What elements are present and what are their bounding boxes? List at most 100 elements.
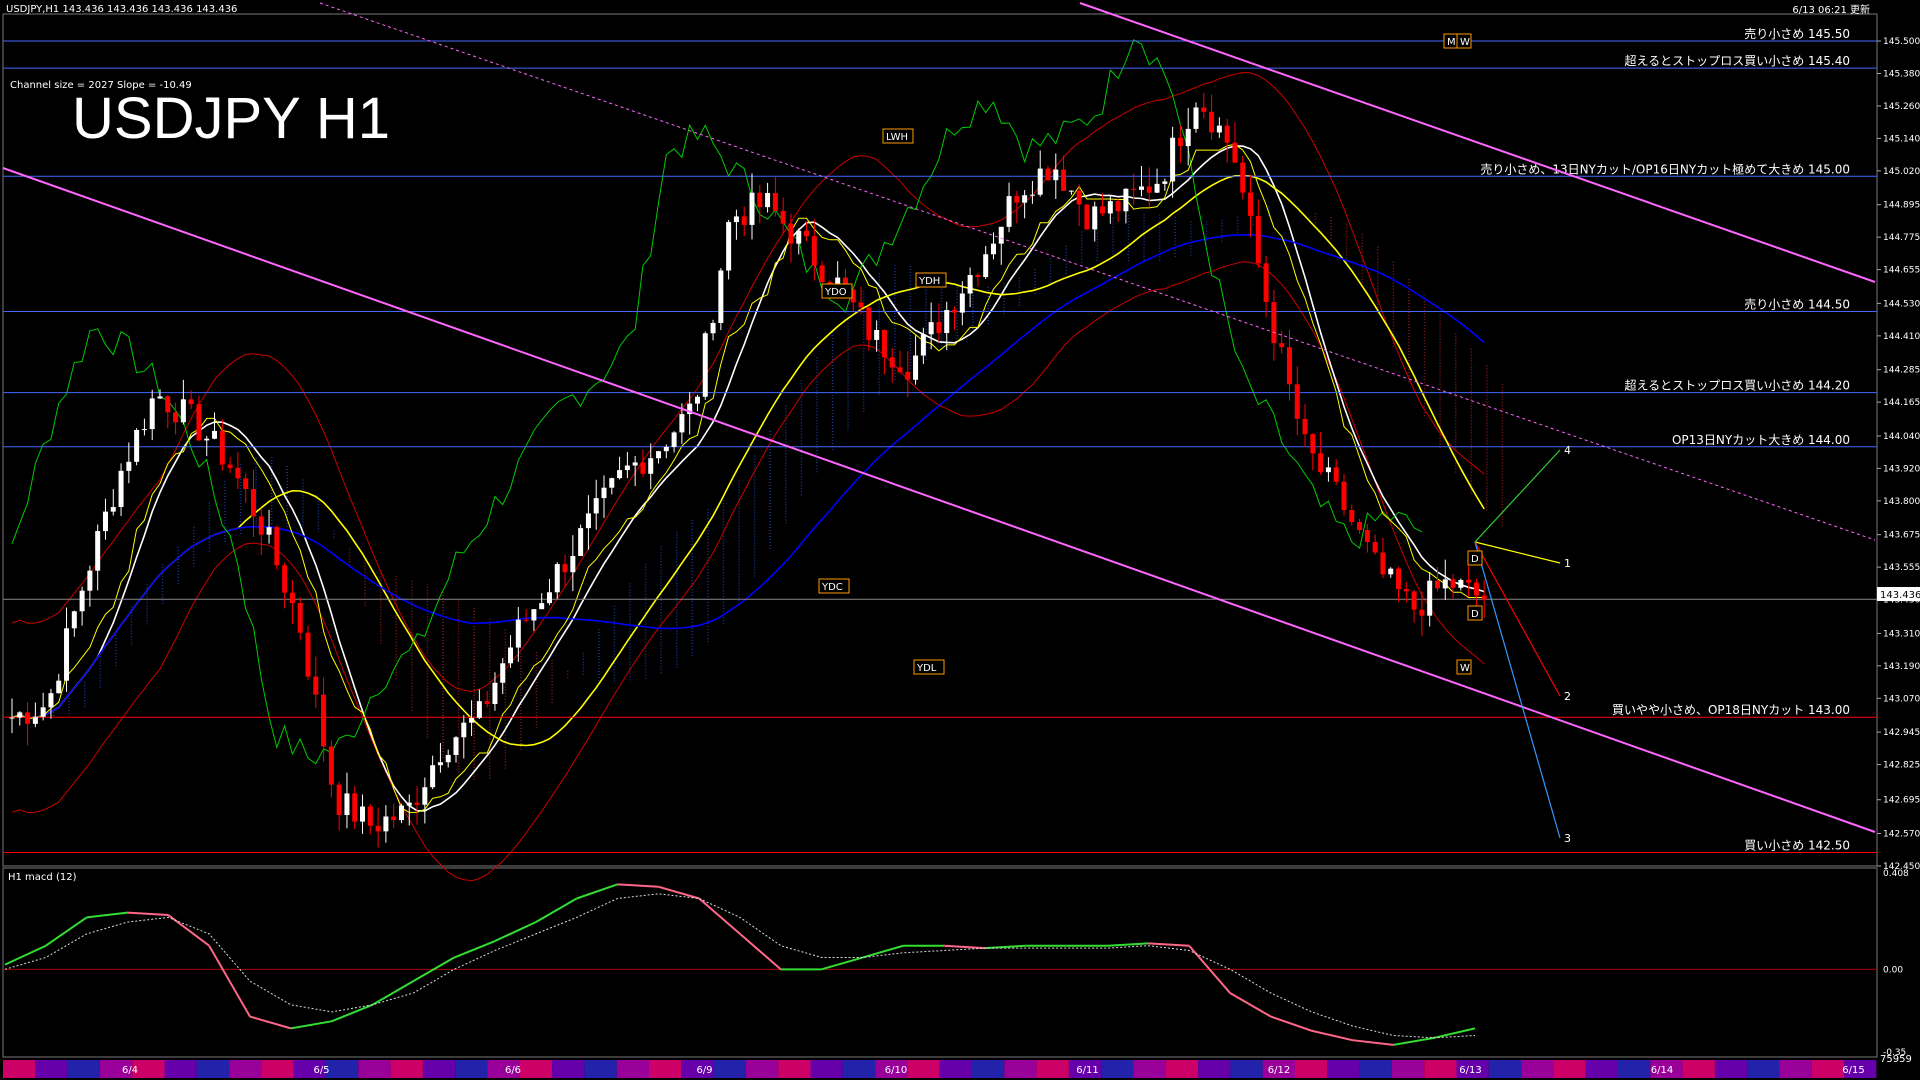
candle-body — [811, 236, 817, 266]
date-bar-segment — [164, 1060, 197, 1078]
y-tick-label: 145.500 — [1883, 37, 1920, 47]
candle-body — [889, 357, 895, 368]
candle-body — [87, 570, 93, 591]
y-tick-label: 144.775 — [1883, 233, 1920, 243]
candle-body — [64, 628, 70, 681]
candle-body — [617, 470, 623, 479]
candle-body — [204, 438, 210, 441]
chart-window[interactable]: USDJPY,H1 143.436 143.436 143.436 143.43… — [0, 0, 1920, 1080]
candle-body — [944, 310, 950, 334]
y-tick-label: 143.800 — [1883, 497, 1920, 507]
date-bar-segment — [358, 1060, 391, 1078]
candle-body — [1388, 568, 1394, 575]
candle-body — [765, 192, 771, 208]
candle-body — [952, 310, 958, 313]
price-level-label: OP13日NYカット大きめ 144.00 — [1672, 433, 1850, 447]
candle-body — [391, 816, 397, 821]
candle-body — [1123, 188, 1129, 212]
marker-text: M — [1447, 37, 1456, 48]
candle-body — [1076, 190, 1082, 205]
candle-body — [1053, 169, 1059, 181]
candle-body — [967, 274, 973, 294]
projection-label: 2 — [1564, 690, 1571, 703]
candle-body — [422, 787, 428, 805]
marker-ydl: YDL — [913, 659, 945, 675]
y-tick-label: 142.945 — [1883, 728, 1920, 738]
date-label: 6/15 — [1842, 1065, 1864, 1076]
candle-body — [180, 399, 186, 423]
candle-body — [173, 412, 179, 423]
candle-body — [165, 396, 171, 413]
y-tick-label: 144.530 — [1883, 299, 1920, 309]
candle-body — [149, 398, 155, 430]
candle-body — [656, 451, 662, 459]
candle-body — [1216, 125, 1222, 133]
candle-body — [913, 355, 919, 380]
y-tick-label: 143.190 — [1883, 662, 1920, 672]
candle-body — [1364, 530, 1370, 542]
candle-body — [1061, 169, 1067, 191]
date-bar-segment — [1714, 1060, 1748, 1078]
candle-body — [453, 737, 459, 755]
candle-body — [1310, 434, 1316, 454]
date-bar-segment — [1553, 1060, 1586, 1078]
candle-body — [1279, 343, 1285, 348]
candle-body — [406, 802, 412, 806]
candle-body — [492, 682, 498, 705]
price-level-label: 買いやや小さめ、OP18日NYカット 143.00 — [1612, 703, 1850, 717]
candle-body — [344, 793, 350, 816]
marker-ydh: YDH — [915, 272, 947, 288]
candle-body — [157, 396, 163, 399]
date-bar-segment — [229, 1060, 262, 1078]
candle-body — [710, 323, 716, 334]
projection-label: 3 — [1564, 832, 1571, 845]
y-tick-label: 143.920 — [1883, 464, 1920, 474]
candle-body — [554, 564, 560, 593]
date-bar-segment — [616, 1060, 649, 1078]
date-bar-segment — [713, 1060, 746, 1078]
date-bar-segment — [1230, 1060, 1263, 1078]
price-level-label: 売り小さめ 145.50 — [1744, 26, 1850, 41]
candle-body — [881, 329, 887, 358]
candle-body — [1240, 162, 1246, 193]
y-tick-label: 144.410 — [1883, 332, 1920, 342]
candle-body — [772, 192, 778, 212]
date-bar-segment — [455, 1060, 488, 1078]
date-bar-segment — [1391, 1060, 1425, 1078]
candle-body — [40, 707, 46, 717]
candle-body — [102, 511, 108, 532]
candle-body — [1138, 186, 1144, 190]
candle-body — [212, 430, 218, 439]
candle-body — [1411, 591, 1417, 610]
candle-body — [1162, 181, 1168, 184]
y-tick-label: 145.380 — [1883, 70, 1920, 80]
candle-body — [1458, 579, 1464, 588]
candle-body — [1473, 582, 1479, 596]
candle-body — [289, 592, 295, 604]
date-bar-segment — [1811, 1060, 1845, 1078]
y-tick-label: 144.895 — [1883, 201, 1920, 211]
candle-body — [632, 462, 638, 466]
candle-body — [126, 461, 132, 471]
candle-body — [1349, 510, 1355, 523]
candle-body — [32, 716, 38, 724]
marker-text: LWH — [886, 132, 908, 143]
date-label: 6/14 — [1651, 1065, 1673, 1076]
last-price: 143.436 — [1880, 590, 1920, 601]
candle-body — [398, 805, 404, 821]
date-bar-segment — [1327, 1060, 1360, 1078]
candle-body — [796, 230, 802, 244]
date-bar-segment — [1133, 1060, 1166, 1078]
price-level-label: 超えるとストップロス買い小さめ 145.40 — [1625, 53, 1850, 68]
candle-body — [1286, 347, 1292, 385]
y-tick-label: 143.070 — [1883, 694, 1920, 704]
candle-body — [1318, 453, 1324, 473]
candle-body — [733, 216, 739, 223]
candle-body — [539, 603, 545, 610]
candle-body — [1193, 107, 1199, 129]
candle-body — [749, 192, 755, 225]
candle-body — [788, 223, 794, 244]
candle-body — [1045, 168, 1051, 181]
date-label: 6/9 — [696, 1065, 712, 1076]
date-bar-segment — [1682, 1060, 1715, 1078]
